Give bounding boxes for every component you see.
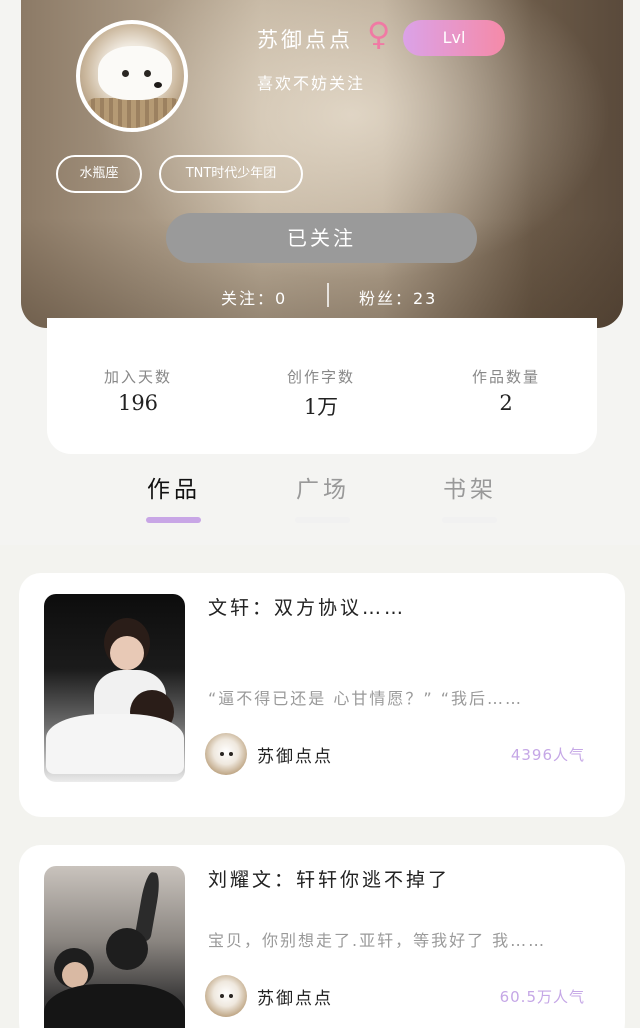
cover-figure-face [110,636,144,670]
level-badge: Lvl [403,20,505,56]
avatar-dog-eye [220,994,224,998]
following-count[interactable]: 关注：0 [221,285,287,309]
avatar-dog-eye [144,70,151,77]
stat-label: 加入天数 [103,368,172,386]
popularity-count: 60.5万人气 [499,988,585,1006]
cover-figure-body [44,984,185,1028]
stat-label: 创作字数 [286,368,355,386]
tab-works[interactable]: 作品 [129,470,219,523]
author-avatar[interactable] [205,733,247,775]
profile-avatar[interactable] [76,20,188,132]
tab-label: 作品 [147,477,201,503]
tab-label: 书架 [443,477,497,503]
avatar-dog-nose [154,82,162,88]
tab-bookshelf[interactable]: 书架 [425,470,515,523]
stat-word-count: 创作字数 1万 [251,366,391,421]
work-title[interactable]: 刘耀文：轩轩你逃不掉了 [208,865,450,892]
tab-indicator [295,517,350,523]
avatar-dog-eye [122,70,129,77]
cover-figure-head [106,928,148,970]
stat-works-count: 作品数量 2 [436,366,576,415]
avatar-dog-eye [220,752,224,756]
work-cover-image[interactable] [44,594,185,782]
follow-stats: 关注：0 粉丝：23 [21,283,623,309]
tag-zodiac[interactable]: 水瓶座 [56,155,142,193]
work-title[interactable]: 文轩：双方协议…… [208,593,406,620]
divider [327,283,329,307]
avatar-dog [98,46,172,100]
tab-active-indicator [146,517,201,523]
author-avatar[interactable] [205,975,247,1017]
stat-value: 196 [117,391,159,415]
profile-bio: 喜欢不妨关注 [257,74,366,93]
work-excerpt: “逼不得已还是 心甘情愿？” “我后…… [208,689,524,708]
tab-bar: 作品 广场 书架 [0,470,640,530]
avatar-basket [86,98,182,128]
stats-card: 加入天数 196 创作字数 1万 作品数量 2 [47,318,597,454]
tag-fandom[interactable]: TNT时代少年团 [159,155,303,193]
popularity-count: 4396人气 [510,746,585,764]
female-symbol-icon: ♀ [367,15,391,53]
stat-days-joined: 加入天数 196 [68,366,208,415]
work-card[interactable]: 刘耀文：轩轩你逃不掉了 宝贝，你别想走了.亚轩，等我好了 我…… 苏御点点 60… [19,845,625,1028]
stat-value: 1万 [303,395,339,419]
avatar-dog-eye [229,994,233,998]
work-excerpt: 宝贝，你别想走了.亚轩，等我好了 我…… [208,931,547,950]
fans-count[interactable]: 粉丝：23 [359,285,437,309]
username: 苏御点点 [257,28,353,52]
stat-value: 2 [499,391,513,415]
work-cover-image[interactable] [44,866,185,1028]
tab-indicator [442,517,497,523]
tab-square[interactable]: 广场 [278,470,368,523]
cover-figure-body [46,714,184,774]
avatar-dog-eye [229,752,233,756]
tab-label: 广场 [296,477,350,503]
work-card[interactable]: 文轩：双方协议…… “逼不得已还是 心甘情愿？” “我后…… 苏御点点 4396… [19,573,625,817]
profile-header: 苏御点点 ♀ Lvl 喜欢不妨关注 水瓶座 TNT时代少年团 已关注 关注：0 … [21,0,623,328]
author-name[interactable]: 苏御点点 [257,984,333,1009]
follow-button[interactable]: 已关注 [166,213,477,263]
stat-label: 作品数量 [471,368,540,386]
author-name[interactable]: 苏御点点 [257,742,333,767]
